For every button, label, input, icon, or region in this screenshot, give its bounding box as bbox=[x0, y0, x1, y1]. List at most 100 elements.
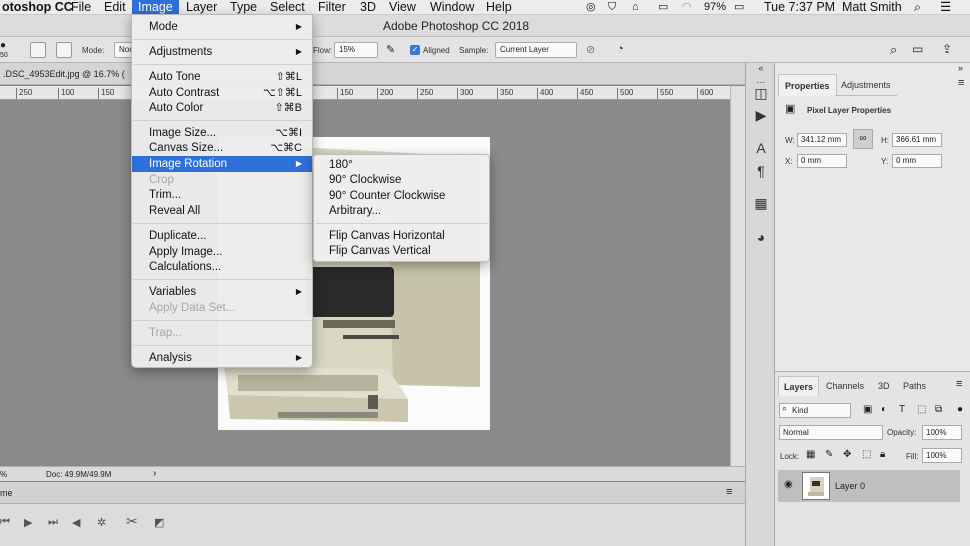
layer-name[interactable]: Layer 0 bbox=[835, 481, 865, 491]
menu-item-adjustments[interactable]: Adjustments ▶ bbox=[132, 44, 312, 60]
menu-item-rotate-90-ccw[interactable]: 90° Counter Clockwise bbox=[314, 188, 489, 204]
menu-item-apply-image[interactable]: Apply Image... bbox=[132, 244, 312, 260]
collapse-panels-icon[interactable]: » bbox=[958, 63, 963, 73]
flow-input[interactable]: 15% bbox=[334, 42, 378, 58]
filter-toggle-icon[interactable]: ● bbox=[957, 404, 963, 415]
menu-item-flip-horizontal[interactable]: Flip Canvas Horizontal bbox=[314, 228, 489, 244]
tab-properties[interactable]: Properties bbox=[778, 74, 837, 96]
collapse-arrows-icon[interactable]: « bbox=[753, 63, 769, 73]
lock-all-icon[interactable]: 🔒︎ bbox=[880, 449, 885, 460]
menu-item-canvas-size[interactable]: Canvas Size... ⌥⌘C bbox=[132, 140, 312, 156]
go-to-first-frame-icon[interactable]: ⏮ bbox=[0, 516, 10, 529]
wifi-icon[interactable]: ◠ bbox=[676, 0, 698, 15]
menu-item-duplicate[interactable]: Duplicate... bbox=[132, 228, 312, 244]
x-field[interactable]: 0 mm bbox=[797, 154, 847, 168]
filter-shape-icon[interactable]: ⬚ bbox=[917, 404, 926, 415]
tab-3d[interactable]: 3D bbox=[873, 376, 895, 396]
mouse-icon[interactable]: ⌂ bbox=[626, 0, 645, 15]
creative-cloud-icon[interactable]: ◎ bbox=[580, 0, 602, 15]
go-to-next-frame-icon[interactable]: ⏭ bbox=[48, 516, 58, 529]
battery-icon[interactable]: ▭ bbox=[728, 0, 750, 15]
link-dimensions-icon[interactable]: ∞ bbox=[853, 129, 873, 149]
y-field[interactable]: 0 mm bbox=[892, 154, 942, 168]
menu-edit[interactable]: Edit bbox=[98, 0, 132, 15]
airplay-icon[interactable]: ▭ bbox=[652, 0, 674, 15]
document-tab[interactable]: .DSC_4953Edit.jpg @ 16.7% ( bbox=[0, 63, 745, 85]
aligned-checkbox[interactable]: ✓ bbox=[410, 45, 420, 55]
menu-item-crop[interactable]: Crop bbox=[132, 172, 312, 188]
status-menu-arrow-icon[interactable]: › bbox=[153, 468, 156, 479]
notification-center-icon[interactable]: ☰ bbox=[934, 0, 957, 15]
menu-item-image-size[interactable]: Image Size... ⌥⌘I bbox=[132, 125, 312, 141]
filter-pixel-icon[interactable]: ▣ bbox=[863, 404, 872, 415]
search-icon[interactable]: ⌕ bbox=[890, 42, 897, 58]
split-at-playhead-icon[interactable]: ✂ bbox=[126, 513, 138, 530]
menu-item-image-rotation[interactable]: Image Rotation ▶ bbox=[132, 156, 312, 172]
menu-view[interactable]: View bbox=[383, 0, 422, 15]
fill-field[interactable]: 100% bbox=[922, 448, 962, 463]
menu-item-flip-vertical[interactable]: Flip Canvas Vertical bbox=[314, 243, 489, 259]
filter-adjustment-icon[interactable]: ◐ bbox=[881, 404, 887, 415]
zoom-readout[interactable]: % bbox=[0, 470, 7, 479]
panel-menu-icon[interactable]: ≡ bbox=[956, 378, 962, 390]
paragraph-icon[interactable]: ¶ bbox=[753, 163, 769, 179]
menu-image[interactable]: Image bbox=[132, 0, 179, 15]
lock-image-icon[interactable]: ✎ bbox=[825, 449, 833, 460]
menu-item-auto-tone[interactable]: Auto Tone ⇧⌘L bbox=[132, 69, 312, 85]
menu-item-apply-data-set[interactable]: Apply Data Set... bbox=[132, 300, 312, 316]
clock[interactable]: Tue 7:37 PM bbox=[758, 0, 841, 15]
menu-item-analysis[interactable]: Analysis ▶ bbox=[132, 350, 312, 366]
brush-settings-icon[interactable] bbox=[30, 42, 46, 58]
mode-select[interactable]: Nor bbox=[114, 42, 132, 58]
menu-item-rotate-180[interactable]: 180° bbox=[314, 157, 489, 173]
menu-item-variables[interactable]: Variables ▶ bbox=[132, 284, 312, 300]
history-icon[interactable]: ◫ bbox=[753, 85, 769, 102]
menu-3d[interactable]: 3D bbox=[354, 0, 382, 15]
share-icon[interactable]: ⇪ bbox=[942, 42, 952, 56]
swatches-icon[interactable]: ▦ bbox=[753, 195, 769, 212]
visibility-eye-icon[interactable]: ◉ bbox=[784, 479, 793, 490]
panel-menu-icon[interactable]: ≡ bbox=[726, 486, 732, 498]
timeline-tab-label[interactable]: me bbox=[0, 488, 13, 498]
menu-item-arbitrary[interactable]: Arbitrary... bbox=[314, 203, 489, 219]
clone-source-icon[interactable] bbox=[56, 42, 72, 58]
tab-adjustments[interactable]: Adjustments bbox=[835, 74, 897, 96]
menu-item-trap[interactable]: Trap... bbox=[132, 325, 312, 341]
menu-window[interactable]: Window bbox=[424, 0, 480, 15]
blend-mode-select[interactable]: Normal bbox=[779, 425, 883, 440]
user-name[interactable]: Matt Smith bbox=[836, 0, 908, 15]
tab-layers[interactable]: Layers bbox=[778, 376, 820, 396]
menu-item-calculations[interactable]: Calculations... bbox=[132, 259, 312, 275]
lock-artboard-icon[interactable]: ⬚ bbox=[862, 449, 871, 460]
panel-menu-icon[interactable]: ≡ bbox=[958, 77, 964, 89]
menu-item-auto-color[interactable]: Auto Color ⇧⌘B bbox=[132, 100, 312, 116]
airbrush-icon[interactable]: ✎ bbox=[386, 43, 395, 56]
menu-item-auto-contrast[interactable]: Auto Contrast ⌥⇧⌘L bbox=[132, 85, 312, 101]
width-field[interactable]: 341.12 mm bbox=[797, 133, 847, 147]
menu-item-reveal-all[interactable]: Reveal All bbox=[132, 203, 312, 219]
workspace-icon[interactable]: ▭ bbox=[912, 42, 923, 56]
spotlight-search-icon[interactable]: ⌕ bbox=[908, 0, 927, 15]
layer-row[interactable]: ◉ Layer 0 bbox=[778, 470, 960, 502]
ignore-adjustment-layers-icon[interactable]: ⊘ bbox=[586, 43, 595, 56]
tab-paths[interactable]: Paths bbox=[898, 376, 931, 396]
menu-layer[interactable]: Layer bbox=[180, 0, 223, 15]
lock-position-icon[interactable]: ✥ bbox=[843, 449, 851, 460]
menu-file[interactable]: File bbox=[65, 0, 97, 15]
transition-icon[interactable]: ◩ bbox=[154, 516, 164, 529]
play-icon[interactable]: ▶ bbox=[24, 516, 32, 529]
pressure-icon[interactable]: ◔ bbox=[617, 43, 624, 55]
audio-icon[interactable]: ◀ bbox=[72, 516, 80, 529]
menu-item-trim[interactable]: Trim... bbox=[132, 187, 312, 203]
tab-channels[interactable]: Channels bbox=[821, 376, 869, 396]
filter-smart-object-icon[interactable]: ⧉ bbox=[935, 404, 942, 415]
height-field[interactable]: 366.61 mm bbox=[892, 133, 942, 147]
menu-type[interactable]: Type bbox=[224, 0, 263, 15]
opacity-field[interactable]: 100% bbox=[922, 425, 962, 440]
menu-filter[interactable]: Filter bbox=[312, 0, 352, 15]
html5-icon[interactable]: ⛉ bbox=[602, 0, 622, 15]
layer-filter-kind[interactable]: Kind bbox=[779, 403, 851, 418]
color-icon[interactable]: ◕ bbox=[753, 229, 769, 245]
sample-select[interactable]: Current Layer bbox=[495, 42, 577, 58]
menu-help[interactable]: Help bbox=[480, 0, 518, 15]
